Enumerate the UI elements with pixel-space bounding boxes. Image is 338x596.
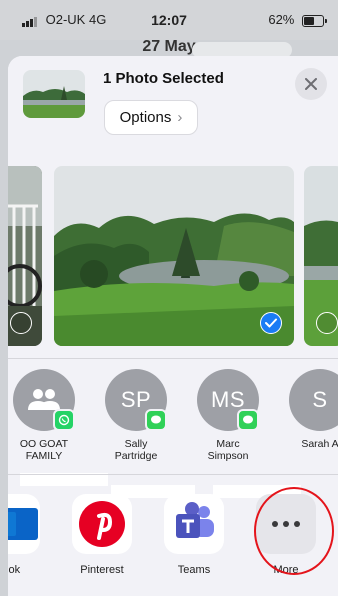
- photo-carousel[interactable]: [8, 162, 338, 350]
- photo-next[interactable]: [304, 166, 338, 346]
- app-row[interactable]: look Pinterest Teams More: [8, 476, 338, 596]
- app-pinterest[interactable]: Pinterest: [62, 494, 142, 576]
- person-name: Sarah A: [301, 438, 338, 450]
- person-marc[interactable]: MS Marc Simpson: [188, 369, 268, 462]
- checkmark-icon: [265, 318, 277, 328]
- chevron-right-icon: ›: [177, 109, 183, 126]
- person-name: Marc Simpson: [207, 438, 249, 462]
- battery-icon: [302, 14, 327, 27]
- avatar: MS: [197, 369, 259, 431]
- app-teams[interactable]: Teams: [154, 494, 234, 576]
- options-label: Options: [119, 109, 172, 126]
- app-outlook[interactable]: look: [8, 494, 50, 576]
- outlook-icon: [8, 494, 40, 554]
- person-name: OO GOAT FAMILY: [19, 438, 69, 462]
- photo-selected[interactable]: [54, 166, 294, 346]
- close-button[interactable]: [295, 68, 327, 100]
- selected-photo-thumbnail: [23, 70, 85, 118]
- photo-select-circle[interactable]: [10, 312, 32, 334]
- messages-icon: [237, 409, 259, 431]
- pinterest-icon: [72, 494, 132, 554]
- avatar: [13, 369, 75, 431]
- avatar: SP: [105, 369, 167, 431]
- person-sally[interactable]: SP Sally Partridge: [96, 369, 176, 462]
- status-right: 62%: [268, 12, 327, 27]
- app-label: More: [273, 564, 299, 576]
- photo-previous[interactable]: [8, 166, 42, 346]
- app-label: look: [8, 564, 21, 576]
- person-name: Sally Partridge: [114, 438, 158, 462]
- whatsapp-icon: [53, 409, 75, 431]
- app-label: Teams: [177, 564, 211, 576]
- avatar: S: [289, 369, 338, 431]
- divider: [8, 358, 338, 359]
- share-sheet: 1 Photo Selected Options › OO GOAT FAMIL…: [8, 56, 338, 596]
- person-sarah[interactable]: S Sarah A: [280, 369, 338, 450]
- photo-selected-check[interactable]: [260, 312, 282, 334]
- people-suggestions[interactable]: OO GOAT FAMILY SP Sally Partridge MS Mar…: [8, 361, 338, 498]
- app-more[interactable]: More: [246, 494, 326, 576]
- divider: [8, 474, 338, 475]
- share-sheet-header: 1 Photo Selected Options ›: [8, 56, 338, 156]
- status-bar: O2-UK 4G 12:07 62%: [0, 0, 338, 40]
- person-group[interactable]: OO GOAT FAMILY: [8, 369, 84, 462]
- photo-select-circle[interactable]: [316, 312, 338, 334]
- close-icon: [305, 78, 317, 90]
- battery-percent: 62%: [268, 12, 295, 27]
- messages-icon: [145, 409, 167, 431]
- selection-title: 1 Photo Selected: [103, 70, 224, 87]
- avatar-initials: S: [312, 387, 328, 412]
- more-icon: [256, 494, 316, 554]
- options-button[interactable]: Options ›: [104, 100, 198, 135]
- teams-icon: [164, 494, 224, 554]
- app-label: Pinterest: [80, 564, 124, 576]
